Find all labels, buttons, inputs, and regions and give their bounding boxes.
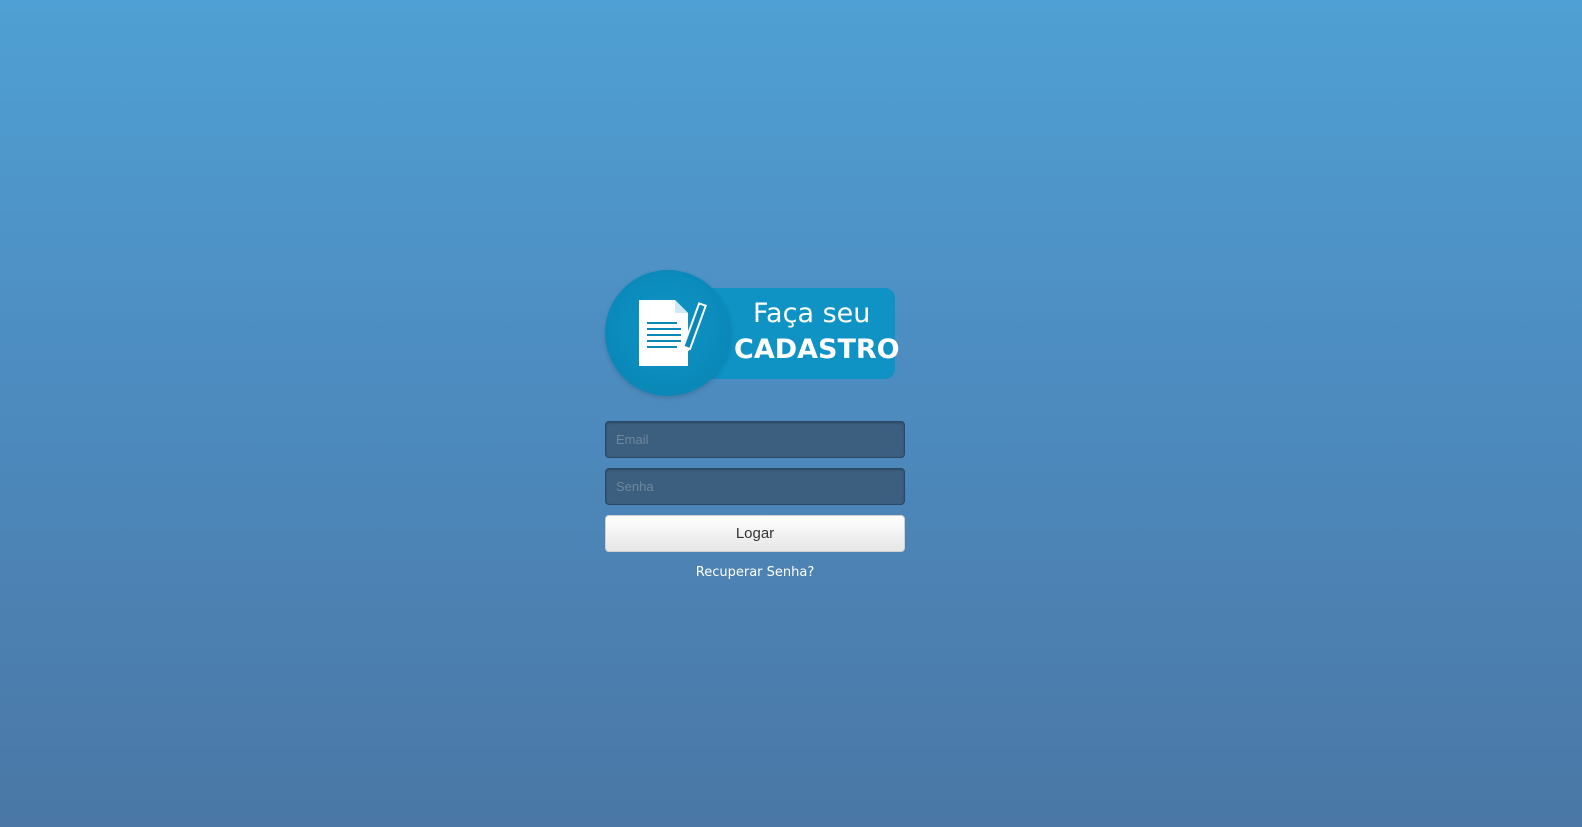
logo-circle: [605, 270, 731, 396]
logo-text-line1: Faça seu: [753, 298, 871, 329]
login-container: Faça seu CADASTRO Logar Recuperar Senha?: [605, 270, 905, 580]
document-pen-icon: [639, 300, 708, 366]
logo-text-line2: CADASTRO: [734, 334, 900, 365]
email-field[interactable]: [605, 421, 905, 458]
recover-password-link[interactable]: Recuperar Senha?: [605, 565, 905, 580]
cadastro-logo: Faça seu CADASTRO: [605, 270, 900, 398]
login-button[interactable]: Logar: [605, 515, 905, 552]
password-field[interactable]: [605, 468, 905, 505]
